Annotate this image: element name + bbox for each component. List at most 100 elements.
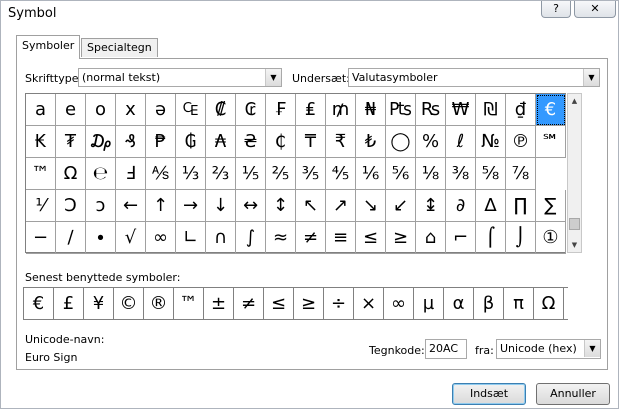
- symbol-cell[interactable]: ⅚: [386, 158, 416, 190]
- scroll-down-icon[interactable]: ▼: [568, 238, 581, 252]
- symbol-cell[interactable]: ⅝: [476, 158, 506, 190]
- symbol-cell[interactable]: ₱: [146, 126, 176, 158]
- symbol-cell[interactable]: ℮: [86, 158, 116, 190]
- symbol-cell[interactable]: ⅜: [446, 158, 476, 190]
- symbol-cell[interactable]: ₠: [176, 94, 206, 126]
- symbol-cell[interactable]: ∞: [146, 222, 176, 254]
- symbol-cell[interactable]: →: [176, 190, 206, 222]
- symbol-cell[interactable]: ⌠: [476, 222, 506, 254]
- chevron-down-icon[interactable]: ▼: [583, 69, 599, 86]
- chevron-down-icon[interactable]: ▼: [584, 340, 600, 357]
- symbol-cell[interactable]: ⅍: [146, 158, 176, 190]
- symbol-cell[interactable]: ≥: [386, 222, 416, 254]
- symbol-cell[interactable]: ⅟: [26, 190, 56, 222]
- from-select[interactable]: Unicode (hex) ▼: [496, 339, 601, 359]
- symbol-cell[interactable]: ₧: [386, 94, 416, 126]
- symbol-cell[interactable]: ₹: [326, 126, 356, 158]
- symbol-cell[interactable]: ℠: [536, 126, 566, 158]
- font-select[interactable]: (normal tekst) ▼: [78, 68, 282, 87]
- symbol-cell[interactable]: ∙: [86, 222, 116, 254]
- symbol-cell[interactable]: ↙: [386, 190, 416, 222]
- symbol-cell[interactable]: o: [86, 94, 116, 126]
- recent-symbol-cell[interactable]: ≤: [264, 288, 294, 319]
- symbol-cell[interactable]: ₰: [116, 126, 146, 158]
- symbol-cell[interactable]: ⅔: [206, 158, 236, 190]
- symbol-cell[interactable]: ⅕: [236, 158, 266, 190]
- recent-symbol-cell[interactable]: €: [24, 288, 54, 319]
- symbol-cell[interactable]: ₣: [266, 94, 296, 126]
- tab-symboler[interactable]: Symboler: [16, 35, 81, 59]
- symbol-cell[interactable]: ↄ: [86, 190, 116, 222]
- recent-symbol-cell[interactable]: ®: [144, 288, 174, 319]
- recent-symbol-cell[interactable]: β: [474, 288, 504, 319]
- symbol-cell[interactable]: ℗: [506, 126, 536, 158]
- symbol-cell[interactable]: ℓ: [446, 126, 476, 158]
- insert-button[interactable]: Indsæt: [452, 383, 526, 405]
- symbol-cell[interactable]: ↔: [236, 190, 266, 222]
- symbol-cell[interactable]: ∏: [506, 190, 536, 222]
- chevron-down-icon[interactable]: ▼: [265, 69, 281, 86]
- symbol-cell[interactable]: ≡: [326, 222, 356, 254]
- recent-symbol-cell[interactable]: ÷: [324, 288, 354, 319]
- symbol-cell[interactable]: ∫: [236, 222, 266, 254]
- symbol-cell[interactable]: ①: [536, 222, 566, 254]
- symbol-cell[interactable]: ₪: [476, 94, 506, 126]
- symbol-cell[interactable]: ₴: [236, 126, 266, 158]
- symbol-cell[interactable]: x: [116, 94, 146, 126]
- symbol-cell[interactable]: ⅞: [506, 158, 536, 190]
- symbol-cell[interactable]: ⅘: [326, 158, 356, 190]
- symbol-cell[interactable]: ↓: [206, 190, 236, 222]
- symbol-cell[interactable]: Ↄ: [56, 190, 86, 222]
- subset-select[interactable]: Valutasymboler ▼: [348, 68, 600, 87]
- symbol-cell[interactable]: Ω: [56, 158, 86, 190]
- recent-symbol-cell[interactable]: ×: [354, 288, 384, 319]
- symbol-cell[interactable]: ⌐: [446, 222, 476, 254]
- recent-symbol-cell[interactable]: ™: [174, 288, 204, 319]
- recent-symbol-cell[interactable]: ±: [204, 288, 234, 319]
- recent-symbol-cell[interactable]: ≠: [234, 288, 264, 319]
- symbol-cell[interactable]: Ⅎ: [116, 158, 146, 190]
- recent-symbol-cell[interactable]: µ: [414, 288, 444, 319]
- symbol-cell[interactable]: −: [26, 222, 56, 254]
- symbol-grid-scrollbar[interactable]: ▲ ▼: [567, 93, 582, 253]
- symbol-cell[interactable]: ∩: [206, 222, 236, 254]
- symbol-cell[interactable]: €: [536, 94, 566, 126]
- symbol-cell[interactable]: ₯: [86, 126, 116, 158]
- recent-symbol-cell[interactable]: α: [444, 288, 474, 319]
- symbol-cell[interactable]: ≤: [356, 222, 386, 254]
- symbol-cell[interactable]: ₵: [266, 126, 296, 158]
- symbol-cell[interactable]: ə: [146, 94, 176, 126]
- symbol-cell[interactable]: a: [26, 94, 56, 126]
- recent-symbol-cell[interactable]: ∞: [384, 288, 414, 319]
- scroll-up-icon[interactable]: ▲: [568, 94, 581, 108]
- symbol-cell[interactable]: ⅛: [416, 158, 446, 190]
- symbol-cell[interactable]: ₥: [326, 94, 356, 126]
- symbol-cell[interactable]: ₲: [176, 126, 206, 158]
- symbol-cell[interactable]: ₦: [356, 94, 386, 126]
- cancel-button[interactable]: Annuller: [536, 383, 610, 405]
- tab-specialtegn[interactable]: Specialtegn: [81, 38, 158, 57]
- symbol-cell[interactable]: ↖: [296, 190, 326, 222]
- symbol-cell[interactable]: e: [56, 94, 86, 126]
- recent-symbol-cell[interactable]: ¥: [84, 288, 114, 319]
- symbol-cell[interactable]: ₢: [236, 94, 266, 126]
- symbol-cell[interactable]: №: [476, 126, 506, 158]
- symbol-cell[interactable]: ⅓: [176, 158, 206, 190]
- symbol-cell[interactable]: ↘: [356, 190, 386, 222]
- symbol-cell[interactable]: ◯: [386, 126, 416, 158]
- symbol-cell[interactable]: ₤: [296, 94, 326, 126]
- symbol-cell[interactable]: ∑: [536, 190, 566, 222]
- symbol-cell[interactable]: ⅖: [266, 158, 296, 190]
- symbol-cell[interactable]: ⌂: [416, 222, 446, 254]
- scroll-thumb[interactable]: [569, 218, 580, 230]
- recent-symbol-cell[interactable]: ≥: [294, 288, 324, 319]
- symbol-cell[interactable]: ™: [26, 158, 56, 190]
- symbol-cell[interactable]: ∂: [446, 190, 476, 222]
- symbol-cell[interactable]: ≠: [296, 222, 326, 254]
- symbol-cell[interactable]: ∕: [56, 222, 86, 254]
- recent-symbol-cell[interactable]: π: [504, 288, 534, 319]
- symbol-cell[interactable]: ∟: [176, 222, 206, 254]
- symbol-cell[interactable]: ⌡: [506, 222, 536, 254]
- symbol-cell[interactable]: ⅗: [296, 158, 326, 190]
- symbol-cell[interactable]: %: [416, 126, 446, 158]
